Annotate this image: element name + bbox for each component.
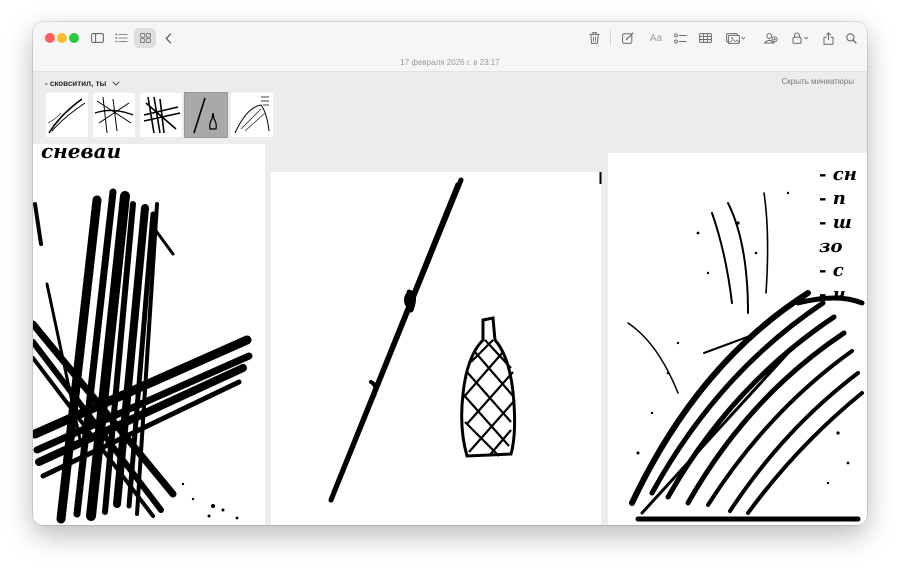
crossed-lines-sketch bbox=[33, 188, 253, 524]
thumbnail-4[interactable] bbox=[184, 92, 228, 138]
back-chevron-icon bbox=[164, 32, 171, 44]
sketch-page-right: - сн - п - ш зо - с - ч bbox=[608, 153, 867, 525]
checklist-icon bbox=[673, 33, 686, 43]
list-view-icon bbox=[114, 33, 127, 43]
table-button[interactable] bbox=[697, 28, 713, 48]
search-button[interactable] bbox=[843, 28, 859, 48]
handwritten-notes: - сн - п - ш зо - с - ч bbox=[819, 163, 867, 307]
collaborate-icon bbox=[764, 33, 778, 44]
thumbnail-5[interactable] bbox=[231, 93, 273, 137]
note-line: - ш bbox=[819, 212, 852, 233]
delete-button[interactable] bbox=[586, 28, 602, 48]
media-button[interactable] bbox=[724, 28, 748, 48]
note-line: зо bbox=[819, 236, 843, 257]
note-date: 17 февраля 2026 г. в 23:17 bbox=[400, 58, 500, 67]
trash-icon bbox=[589, 32, 599, 44]
note-line: - с bbox=[819, 260, 844, 281]
list-view-button[interactable] bbox=[113, 28, 129, 48]
media-icon bbox=[726, 32, 746, 44]
lock-button[interactable] bbox=[789, 28, 813, 48]
sidebar-toggle-button[interactable] bbox=[89, 28, 105, 48]
back-button[interactable] bbox=[161, 28, 175, 48]
thumbnail-1[interactable] bbox=[46, 93, 88, 137]
new-note-button[interactable] bbox=[620, 28, 636, 48]
stick-and-bottle-sketch bbox=[328, 177, 517, 503]
thumbnail-2[interactable] bbox=[93, 93, 135, 137]
table-icon bbox=[698, 33, 712, 43]
share-button[interactable] bbox=[820, 28, 836, 48]
share-icon bbox=[823, 31, 833, 45]
hide-thumbnails-button[interactable]: Скрыть миниатюры bbox=[781, 77, 854, 86]
page-edge-mark bbox=[599, 172, 602, 184]
compose-icon bbox=[622, 32, 634, 44]
thumbnail-3[interactable] bbox=[140, 93, 182, 137]
format-text-icon: Aa bbox=[649, 32, 663, 44]
search-icon bbox=[845, 32, 857, 44]
bottle-drawing bbox=[460, 316, 517, 458]
checklist-button[interactable] bbox=[672, 28, 688, 48]
toolbar-separator bbox=[610, 30, 611, 46]
sidebar-icon bbox=[90, 33, 104, 43]
chevron-down-icon bbox=[112, 80, 120, 86]
gallery-view-button[interactable] bbox=[134, 28, 156, 48]
page-handwriting: сневаи bbox=[41, 144, 122, 163]
lock-icon bbox=[792, 32, 808, 44]
notes-window: Aa 17 февраля 2026 г. в 23:17 - сковсити… bbox=[33, 22, 867, 525]
note-line: - п bbox=[819, 188, 846, 209]
gallery-title-menu[interactable]: - сковситил, ты bbox=[45, 77, 120, 89]
sketch-page-left: сневаи bbox=[33, 144, 265, 525]
close-window-button[interactable] bbox=[45, 33, 55, 43]
gallery-view-icon bbox=[139, 33, 151, 43]
zoom-window-button[interactable] bbox=[69, 33, 79, 43]
format-button[interactable]: Aa bbox=[646, 28, 666, 48]
note-line: - сн bbox=[819, 164, 857, 185]
sketch-page-middle bbox=[271, 172, 601, 525]
gallery-title: - сковситил, ты bbox=[45, 78, 107, 88]
note-line: - ч bbox=[819, 284, 846, 305]
collaborate-button[interactable] bbox=[763, 28, 779, 48]
minimize-window-button[interactable] bbox=[57, 33, 67, 43]
toolbar: Aa 17 февраля 2026 г. в 23:17 bbox=[33, 22, 867, 72]
